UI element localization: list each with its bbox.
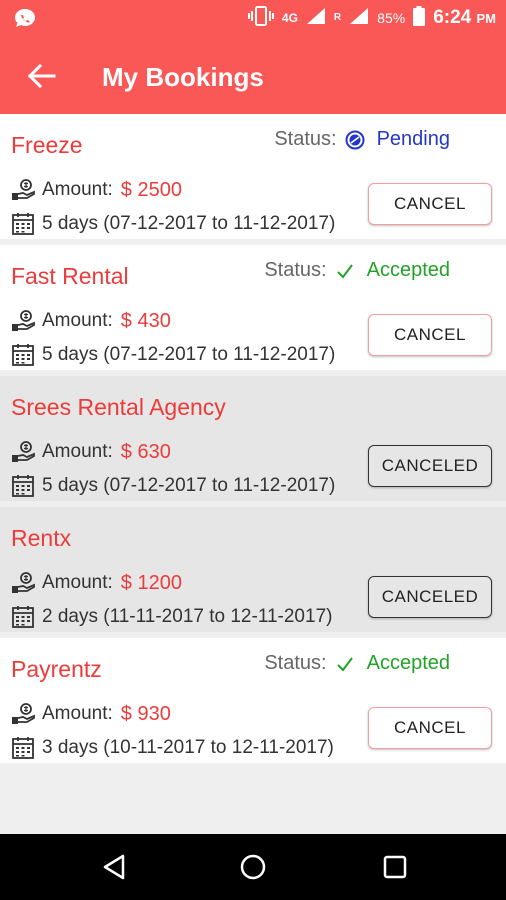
dates-row: 2 days (11-11-2017 to 12-11-2017) (10, 604, 332, 630)
amount-label: Amount: (42, 310, 113, 331)
cancel-button[interactable]: CANCEL (368, 183, 492, 225)
dates-row: 3 days (10-11-2017 to 12-11-2017) (10, 735, 334, 761)
battery-icon (413, 6, 426, 29)
check-icon (335, 261, 355, 281)
battery-percent: 85% (377, 9, 406, 26)
agency-name: Payrentz (11, 656, 102, 682)
status-label: Status: (264, 652, 327, 674)
booking-dates: 5 days (07-12-2017 to 11-12-2017) (42, 213, 336, 234)
amount-row: Amount: $ 430 (10, 308, 171, 334)
check-icon (335, 654, 355, 674)
amount-value: $ 630 (120, 440, 171, 463)
calendar-icon (10, 211, 36, 237)
status-bar: 4G R 85% 6:24 PM (0, 0, 506, 38)
signal-icon (306, 7, 326, 28)
booking-card[interactable]: Rentx Amount: $ 1200 2 days (11-11-2017 … (0, 507, 506, 632)
booking-status: Status: Accepted (264, 652, 450, 675)
vibrate-icon (247, 6, 274, 29)
amount-row: Amount: $ 630 (10, 439, 171, 465)
booking-dates: 3 days (10-11-2017 to 12-11-2017) (42, 737, 334, 758)
bookings-list[interactable]: Freeze Status: Pending Amount: $ 2500 5 … (0, 114, 506, 769)
clock: 6:24 PM (433, 6, 496, 28)
amount-row: Amount: $ 2500 (10, 177, 182, 203)
back-arrow-icon[interactable] (26, 62, 56, 90)
amount-value: $ 930 (120, 702, 171, 725)
agency-name: Freeze (11, 132, 83, 158)
amount-label: Amount: (42, 179, 113, 200)
amount-value: $ 430 (120, 309, 171, 332)
amount-row: Amount: $ 1200 (10, 570, 182, 596)
status-value: Accepted (366, 259, 450, 281)
pending-icon (345, 130, 365, 150)
booking-status: Status: Accepted (264, 259, 450, 282)
booking-dates: 2 days (11-11-2017 to 12-11-2017) (42, 606, 333, 627)
money-hand-icon (10, 439, 36, 465)
cancel-button[interactable]: CANCEL (368, 707, 492, 749)
calendar-icon (10, 735, 36, 761)
amount-label: Amount: (42, 441, 113, 462)
amount-row: Amount: $ 930 (10, 701, 171, 727)
money-hand-icon (10, 570, 36, 596)
money-hand-icon (10, 177, 36, 203)
canceled-button[interactable]: CANCELED (368, 576, 492, 618)
booking-card[interactable]: Srees Rental Agency Amount: $ 630 5 days… (0, 376, 506, 501)
status-value: Pending (376, 128, 450, 150)
network-type: 4G (281, 10, 298, 25)
agency-name: Fast Rental (11, 263, 129, 289)
amount-label: Amount: (42, 572, 113, 593)
calendar-icon (10, 473, 36, 499)
calendar-icon (10, 342, 36, 368)
agency-name: Rentx (11, 525, 72, 551)
money-hand-icon (10, 308, 36, 334)
booking-card[interactable]: Payrentz Status: Accepted Amount: $ 930 … (0, 638, 506, 763)
canceled-button[interactable]: CANCELED (368, 445, 492, 487)
cancel-button[interactable]: CANCEL (368, 314, 492, 356)
amount-value: $ 2500 (120, 178, 182, 201)
whatsapp-icon (14, 8, 36, 33)
booking-card[interactable]: Fast Rental Status: Accepted Amount: $ 4… (0, 245, 506, 370)
status-value: Accepted (366, 652, 450, 674)
roaming-indicator: R (333, 12, 342, 23)
status-icons: 4G R 85% 6:24 PM (247, 6, 496, 29)
booking-status: Status: Pending (274, 128, 450, 151)
calendar-icon (10, 604, 36, 630)
status-label: Status: (264, 259, 327, 281)
amount-label: Amount: (42, 703, 113, 724)
dates-row: 5 days (07-12-2017 to 11-12-2017) (10, 211, 335, 237)
amount-value: $ 1200 (120, 571, 182, 594)
agency-name: Srees Rental Agency (11, 394, 226, 420)
navigation-bar (0, 834, 506, 900)
nav-recents-icon[interactable] (380, 852, 410, 882)
booking-card[interactable]: Freeze Status: Pending Amount: $ 2500 5 … (0, 114, 506, 239)
money-hand-icon (10, 701, 36, 727)
nav-home-icon[interactable] (238, 852, 268, 882)
dates-row: 5 days (07-12-2017 to 11-12-2017) (10, 342, 335, 368)
nav-back-icon[interactable] (100, 852, 130, 882)
booking-dates: 5 days (07-12-2017 to 11-12-2017) (42, 344, 336, 365)
app-bar: My Bookings (0, 38, 506, 114)
dates-row: 5 days (07-12-2017 to 11-12-2017) (10, 473, 335, 499)
booking-dates: 5 days (07-12-2017 to 11-12-2017) (42, 475, 336, 496)
signal-icon-2 (349, 7, 369, 28)
status-label: Status: (274, 128, 337, 150)
page-title: My Bookings (102, 62, 264, 92)
